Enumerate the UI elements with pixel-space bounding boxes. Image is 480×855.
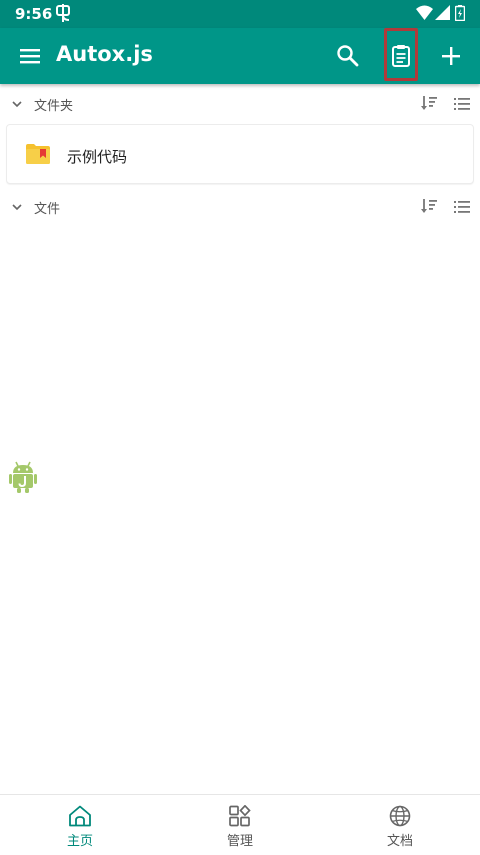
log-button[interactable]	[384, 28, 418, 81]
sort-icon[interactable]	[420, 95, 438, 115]
nav-manage[interactable]: 管理	[160, 795, 320, 855]
status-time: 9:56	[15, 5, 53, 23]
wifi-icon	[416, 5, 433, 24]
sort-icon[interactable]	[420, 198, 438, 218]
signal-icon	[435, 5, 450, 24]
menu-icon[interactable]	[18, 44, 42, 68]
list-view-icon[interactable]	[454, 96, 470, 115]
nav-docs[interactable]: 文档	[320, 795, 480, 855]
folders-section-header[interactable]: 文件夹	[0, 87, 480, 119]
folder-icon	[25, 143, 51, 169]
nav-docs-label: 文档	[386, 834, 413, 849]
log-icon	[392, 45, 410, 67]
status-bar: 9:56	[0, 0, 480, 28]
nav-home[interactable]: 主页	[0, 795, 160, 855]
search-icon[interactable]	[334, 42, 362, 70]
chevron-down-icon[interactable]	[10, 199, 24, 218]
battery-icon	[454, 5, 466, 25]
bottom-navigation: 主页 管理 文档	[0, 794, 480, 855]
folder-item[interactable]: 示例代码	[6, 124, 474, 184]
list-view-icon[interactable]	[454, 199, 470, 218]
app-bar: Autox.js	[0, 28, 480, 84]
app-title: Autox.js	[56, 42, 153, 66]
files-section-header[interactable]: 文件	[0, 190, 480, 222]
notification-icon	[54, 4, 72, 22]
floating-android-js-icon[interactable]	[9, 461, 37, 493]
chevron-down-icon[interactable]	[10, 96, 24, 115]
add-icon[interactable]	[437, 42, 465, 70]
globe-icon	[388, 805, 412, 831]
files-section-label: 文件	[34, 202, 61, 217]
nav-manage-label: 管理	[226, 834, 253, 849]
folder-name: 示例代码	[67, 148, 128, 166]
grid-icon	[228, 804, 252, 831]
folders-section-label: 文件夹	[34, 99, 74, 114]
nav-home-label: 主页	[66, 834, 93, 849]
home-icon	[68, 805, 92, 831]
